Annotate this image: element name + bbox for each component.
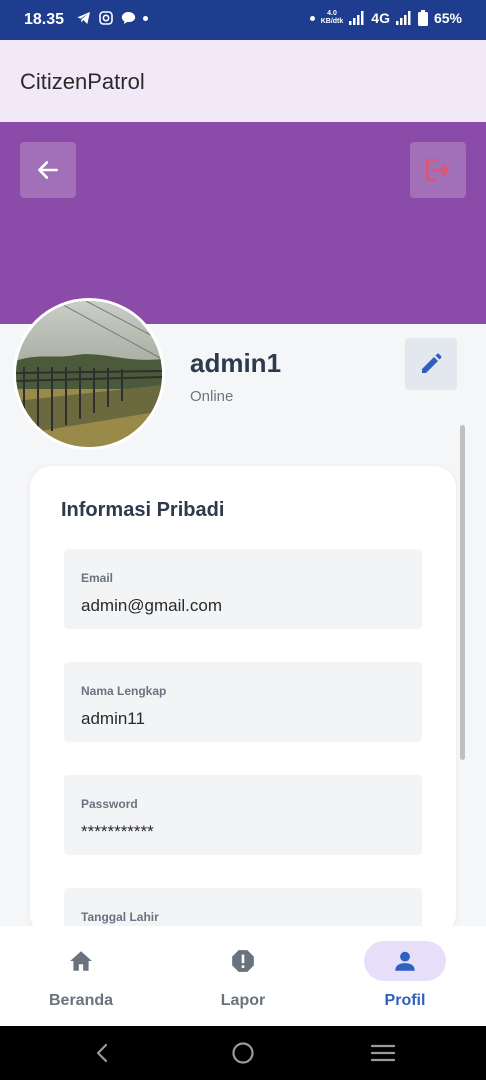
- system-navigation-bar: [0, 1026, 486, 1080]
- field-label: Nama Lengkap: [81, 684, 167, 698]
- logout-icon: [426, 158, 450, 182]
- notification-icons: [76, 10, 148, 26]
- nav-icon-container: [364, 941, 446, 981]
- avatar-photo: [16, 301, 162, 447]
- instagram-icon: [99, 11, 113, 25]
- nav-icon-container: [202, 941, 284, 981]
- status-time: 18.35: [24, 11, 65, 28]
- nav-label: Profil: [384, 992, 426, 1009]
- profile-status: Online: [190, 388, 234, 405]
- arrow-left-icon: [38, 161, 58, 179]
- full-name-field[interactable]: Nama Lengkap admin11: [64, 662, 422, 742]
- system-home-button[interactable]: [230, 1040, 256, 1066]
- app-bar: CitizenPatrol: [0, 40, 486, 122]
- card-title: Informasi Pribadi: [61, 499, 225, 521]
- battery-percent: 65%: [433, 10, 462, 26]
- net-speed-value: 4.0: [327, 10, 337, 17]
- nav-item-profil[interactable]: Profil: [324, 926, 486, 1026]
- field-value: admin@gmail.com: [81, 596, 223, 615]
- field-label: Tanggal Lahir: [81, 910, 159, 924]
- field-label: Password: [81, 797, 138, 811]
- system-recents-button[interactable]: [370, 1040, 396, 1066]
- net-speed: 4.0 KB/dtk: [321, 10, 344, 26]
- alert-icon: [232, 950, 254, 972]
- nav-label: Lapor: [220, 992, 266, 1009]
- profile-username: admin1: [190, 348, 282, 378]
- field-value: admin11: [81, 709, 145, 728]
- field-value: ***********: [81, 822, 154, 841]
- pencil-icon: [422, 353, 442, 373]
- circle-home-icon: [232, 1042, 254, 1064]
- back-button[interactable]: [20, 142, 76, 198]
- battery-icon: [417, 10, 428, 26]
- system-indicators: 4.0 KB/dtk 4G 65%: [309, 10, 462, 26]
- menu-icon: [371, 1044, 395, 1062]
- network-type: 4G: [371, 10, 390, 26]
- status-bar: 18.35 4.0 KB/dtk 4G 65%: [0, 0, 486, 40]
- nav-label: Beranda: [48, 992, 114, 1009]
- net-speed-unit: KB/dtk: [320, 18, 344, 25]
- app-title: CitizenPatrol: [20, 69, 145, 94]
- field-label: Email: [81, 571, 114, 585]
- nav-item-lapor[interactable]: Lapor: [162, 926, 324, 1026]
- bottom-navigation: Beranda Lapor Profil: [0, 926, 486, 1026]
- home-icon: [70, 951, 92, 971]
- avatar[interactable]: [13, 298, 165, 450]
- scrollbar[interactable]: [460, 425, 465, 760]
- signal-icon: [395, 11, 411, 25]
- signal-icon: [349, 11, 364, 25]
- dot-icon: [143, 15, 148, 21]
- person-icon: [395, 951, 415, 971]
- personal-info-card: Informasi Pribadi Email admin@gmail.com …: [30, 466, 456, 968]
- edit-profile-button[interactable]: [405, 338, 457, 390]
- chat-icon: [121, 12, 136, 24]
- dot-icon: [309, 15, 315, 21]
- chevron-left-icon: [96, 1043, 108, 1063]
- logout-button[interactable]: [410, 142, 466, 198]
- system-back-button[interactable]: [90, 1040, 116, 1066]
- email-field[interactable]: Email admin@gmail.com: [64, 549, 422, 629]
- telegram-icon: [77, 12, 90, 24]
- nav-item-beranda[interactable]: Beranda: [0, 926, 162, 1026]
- nav-icon-container: [40, 941, 122, 981]
- password-field[interactable]: Password ***********: [64, 775, 422, 855]
